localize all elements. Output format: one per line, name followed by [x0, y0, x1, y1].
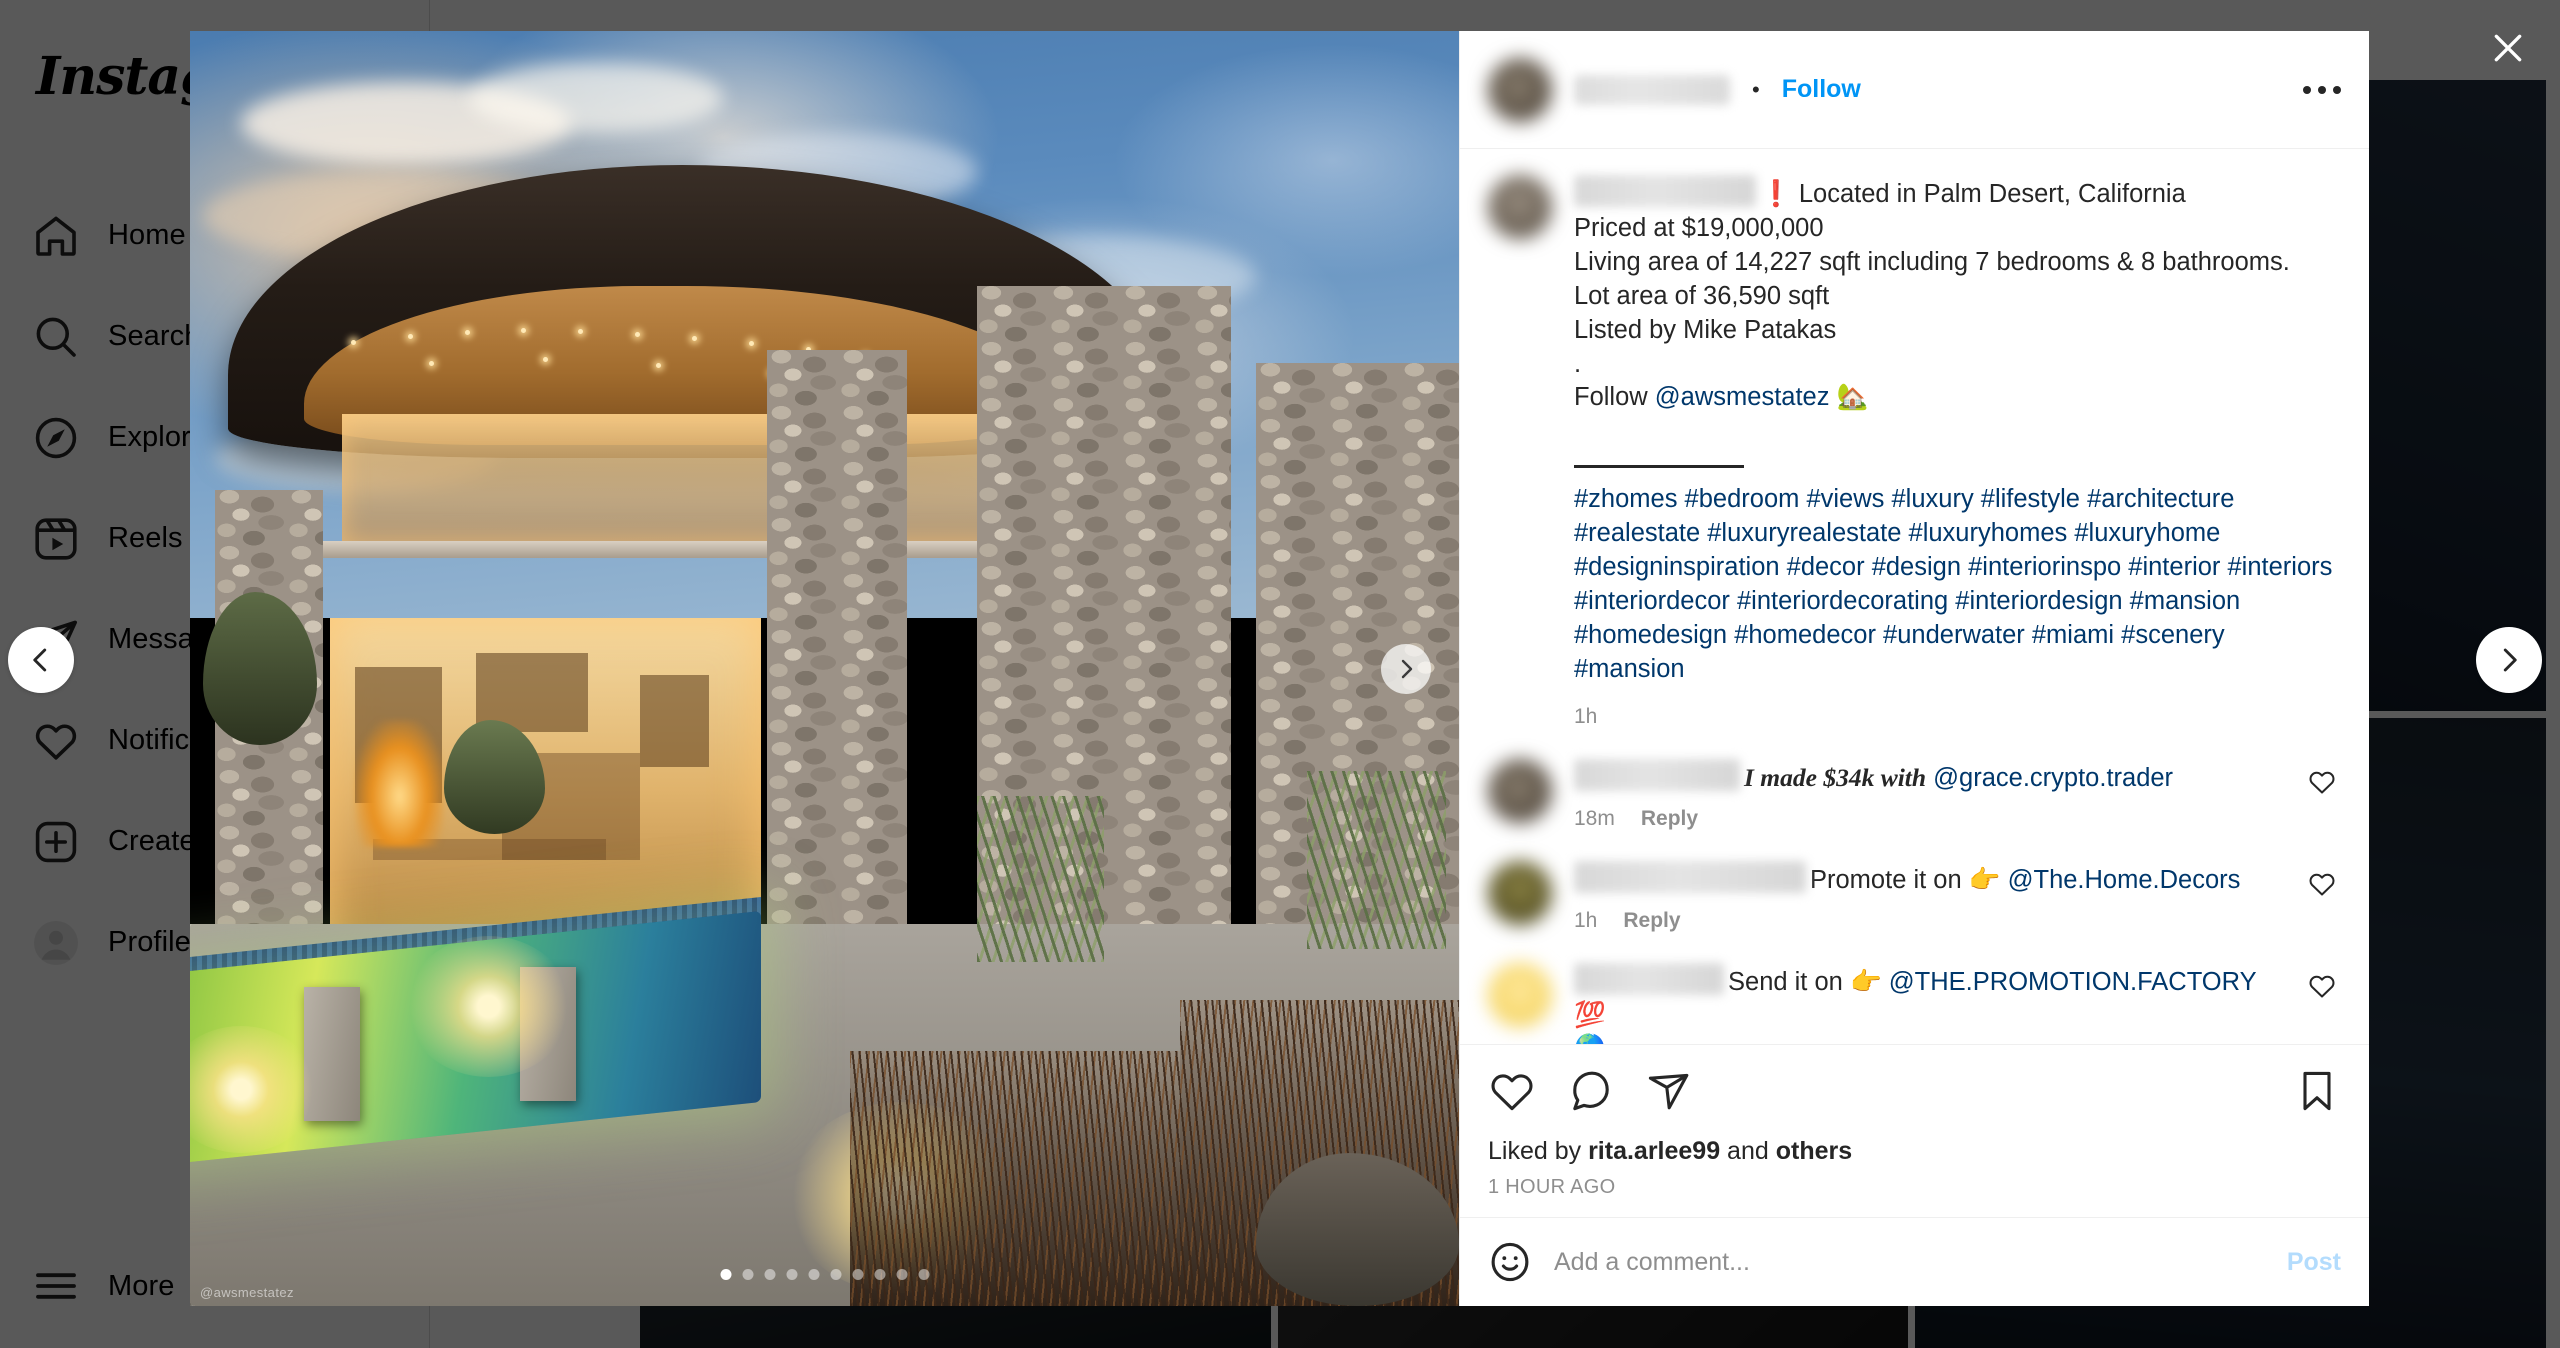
carousel-dot[interactable] — [874, 1269, 885, 1280]
author-username-redacted[interactable] — [1574, 74, 1730, 105]
comment-body: Send it on — [1728, 967, 1843, 996]
carousel-dot[interactable] — [852, 1269, 863, 1280]
comment-item: Send it on 👉 @THE.PROMOTION.FACTORY 💯 🌎 — [1460, 933, 2369, 1044]
share-button[interactable] — [1644, 1067, 1692, 1115]
comment-like-button[interactable] — [2307, 869, 2341, 904]
comment-body-italic: I made $34k with — [1744, 762, 1927, 792]
house-emoji: 🏡 — [1836, 383, 1869, 412]
post-modal: @awsmestatez • Follow ❗ Located in Palm … — [190, 31, 2369, 1306]
separator-dot: • — [1752, 76, 1760, 102]
comment-text: Send it on 👉 @THE.PROMOTION.FACTORY 💯 🌎 — [1574, 962, 2285, 1044]
kebab-menu-icon — [2303, 85, 2311, 94]
save-bookmark-button[interactable] — [2293, 1067, 2341, 1115]
comment-timestamp: 1h — [1574, 908, 1598, 932]
add-comment-bar: Post — [1460, 1217, 2369, 1306]
comment-timestamp: 18m — [1574, 806, 1615, 830]
caption-username-redacted[interactable] — [1574, 175, 1756, 207]
pointing-hand-emoji: 👉 — [1849, 967, 1882, 996]
comment-text: Promote it on 👉 @The.Home.Decors — [1574, 860, 2285, 897]
post-action-bar: Liked by rita.arlee99 and others 1 HOUR … — [1460, 1044, 2369, 1217]
liked-by-user[interactable]: rita.arlee99 — [1588, 1137, 1720, 1165]
close-modal-button[interactable] — [2478, 18, 2538, 78]
post-caption-entry: ❗ Located in Palm Desert, California Pri… — [1460, 149, 2369, 729]
commenter-avatar[interactable] — [1488, 962, 1552, 1027]
comment-body: Promote it on — [1810, 865, 1962, 894]
post-comment-button[interactable]: Post — [2287, 1248, 2341, 1277]
post-info-pane: • Follow ❗ Located in Palm Desert, Calif… — [1459, 31, 2369, 1306]
caption-author-avatar[interactable] — [1488, 175, 1552, 239]
comment-like-button[interactable] — [2307, 767, 2341, 802]
caption-line-dot: . — [1574, 349, 1582, 378]
carousel-dot[interactable] — [808, 1269, 819, 1280]
caption-timestamp: 1h — [1574, 704, 1598, 728]
instagram-page: Instagram Home Se — [0, 0, 2560, 1348]
caption-mention[interactable]: @awsmestatez — [1655, 383, 1830, 411]
post-header: • Follow — [1460, 31, 2369, 149]
comment-text: I made $34k with @grace.crypto.trader — [1574, 758, 2285, 795]
comment-item: Promote it on 👉 @The.Home.Decors 1h Repl… — [1460, 831, 2369, 933]
caption-line-follow: Follow @awsmestatez 🏡 — [1574, 381, 2341, 415]
carousel-dot[interactable] — [786, 1269, 797, 1280]
comment-item: I made $34k with @grace.crypto.trader 18… — [1460, 729, 2369, 831]
comment-mention[interactable]: @THE.PROMOTION.FACTORY — [1889, 968, 2256, 996]
likes-summary: Liked by rita.arlee99 and others — [1488, 1137, 2341, 1166]
comment-mention[interactable]: @The.Home.Decors — [2008, 866, 2241, 894]
carousel-dot[interactable] — [830, 1269, 841, 1280]
comment-reply-button[interactable]: Reply — [1641, 807, 1698, 831]
emoji-smiley-icon[interactable] — [1488, 1240, 1532, 1284]
caption-divider — [1574, 465, 1744, 469]
commenter-username-redacted[interactable] — [1574, 962, 1724, 995]
carousel-dots — [720, 1269, 929, 1280]
commenter-avatar[interactable] — [1488, 758, 1552, 823]
author-avatar[interactable] — [1488, 57, 1552, 122]
liked-by-others[interactable]: others — [1776, 1137, 1852, 1165]
comment-input[interactable] — [1554, 1247, 2265, 1277]
caption-line-living-area: Living area of 14,227 sqft including 7 b… — [1574, 247, 2290, 276]
commenter-username-redacted[interactable] — [1574, 758, 1740, 791]
liked-by-middle: and — [1720, 1137, 1776, 1165]
comment-like-button[interactable] — [2307, 971, 2341, 1006]
commenter-username-redacted[interactable] — [1574, 860, 1806, 893]
previous-post-button[interactable] — [8, 627, 74, 693]
comment-reply-button[interactable]: Reply — [1623, 909, 1680, 933]
post-timestamp: 1 HOUR AGO — [1488, 1176, 1616, 1198]
post-caption-text: ❗ Located in Palm Desert, California Pri… — [1574, 175, 2341, 687]
caption-line-location: ❗ Located in Palm Desert, California — [1760, 180, 2186, 208]
follow-prefix: Follow — [1574, 383, 1655, 412]
caption-line-listed-by: Listed by Mike Patakas — [1574, 315, 1837, 344]
next-post-button[interactable] — [2476, 627, 2542, 693]
pointing-hand-emoji: 👉 — [1968, 865, 2001, 894]
comment-mention[interactable]: @grace.crypto.trader — [1933, 764, 2173, 792]
post-comments-scroll-area[interactable]: ❗ Located in Palm Desert, California Pri… — [1460, 149, 2369, 1044]
photo-watermark: @awsmestatez — [200, 1285, 294, 1300]
carousel-dot[interactable] — [720, 1269, 731, 1280]
carousel-dot[interactable] — [896, 1269, 907, 1280]
caption-hashtags[interactable]: #zhomes #bedroom #views #luxury #lifesty… — [1574, 485, 2332, 683]
carousel-dot[interactable] — [918, 1269, 929, 1280]
carousel-dot[interactable] — [764, 1269, 775, 1280]
post-photo-pane: @awsmestatez — [190, 31, 1459, 1306]
follow-button[interactable]: Follow — [1782, 75, 1861, 104]
kebab-menu-icon — [2318, 85, 2326, 94]
comment-button[interactable] — [1566, 1067, 1614, 1115]
like-button[interactable] — [1488, 1067, 1536, 1115]
kebab-menu-icon — [2333, 85, 2341, 94]
post-options-button[interactable] — [2303, 85, 2341, 94]
commenter-avatar[interactable] — [1488, 860, 1552, 925]
hundred-points-emoji: 💯 — [1574, 1001, 1606, 1030]
post-photo-luxury-mansion: @awsmestatez — [190, 31, 1459, 1306]
globe-emoji: 🌎 — [1574, 1034, 1606, 1044]
carousel-next-button[interactable] — [1381, 643, 1431, 694]
carousel-dot[interactable] — [742, 1269, 753, 1280]
caption-line-price: Priced at $19,000,000 — [1574, 213, 1824, 242]
liked-by-prefix: Liked by — [1488, 1137, 1589, 1165]
caption-line-lot-area: Lot area of 36,590 sqft — [1574, 281, 1830, 310]
